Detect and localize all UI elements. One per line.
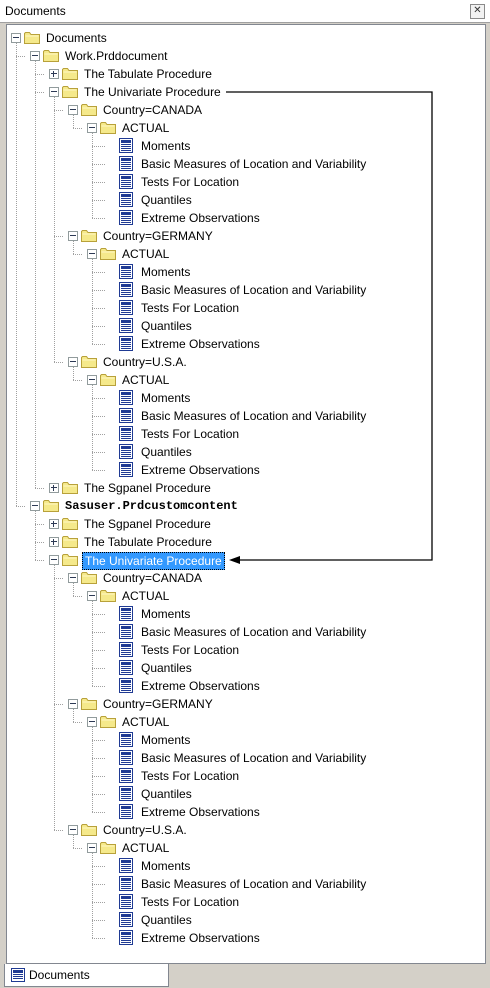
annotation-arrow [226,91,433,564]
title-bar: Documents ✕ [0,0,490,23]
tab-label: Documents [29,968,90,982]
tab-bar: Documents [0,964,490,988]
document-icon [11,968,25,982]
documents-tree[interactable]: Documents Work.Prddocument The Tabulate Pr… [6,24,486,964]
close-icon[interactable]: ✕ [470,4,485,19]
window-title: Documents [5,4,66,18]
tab-documents[interactable]: Documents [4,964,169,987]
